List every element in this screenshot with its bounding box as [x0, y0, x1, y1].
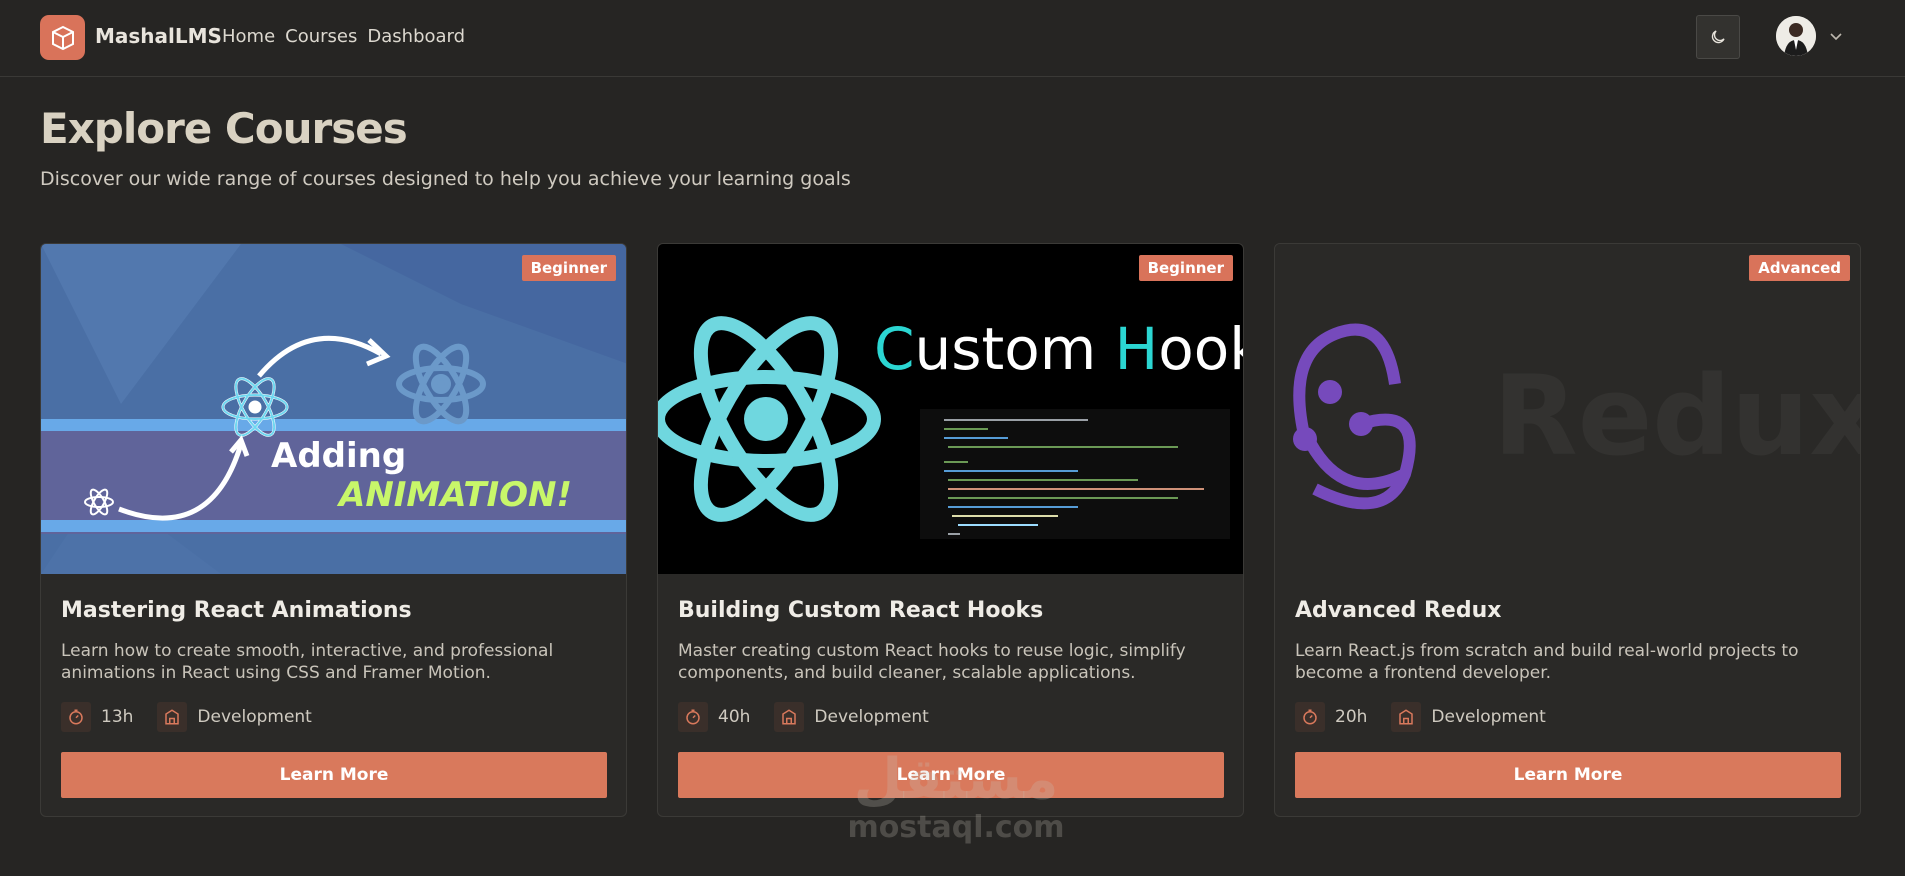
course-title: Mastering React Animations	[61, 598, 412, 623]
thumbnail-text-adding: Adding	[271, 436, 406, 476]
watermark-latin: mostaql.com	[847, 810, 1065, 845]
chevron-down-icon[interactable]	[1828, 28, 1844, 44]
course-card: Custom Hook Beginner Building Custom Rea…	[657, 243, 1244, 817]
level-badge: Advanced	[1749, 255, 1850, 281]
timer-icon	[61, 702, 91, 732]
course-description: Learn how to create smooth, interactive,…	[61, 641, 554, 683]
course-title: Advanced Redux	[1295, 598, 1502, 623]
user-avatar[interactable]	[1776, 16, 1816, 56]
course-thumbnail[interactable]: Adding ANIMATION!	[41, 244, 626, 574]
building-icon	[1391, 702, 1422, 732]
building-icon	[774, 702, 805, 732]
nav-courses[interactable]: Courses	[285, 26, 357, 47]
nav-dashboard[interactable]: Dashboard	[367, 26, 465, 47]
course-meta: 20h Development	[1295, 702, 1546, 732]
course-duration: 20h	[1335, 707, 1368, 727]
building-icon	[157, 702, 188, 732]
nav-home[interactable]: Home	[222, 26, 275, 47]
logo-icon[interactable]	[40, 15, 85, 60]
page-subtitle: Discover our wide range of courses desig…	[40, 168, 851, 190]
level-badge: Beginner	[521, 255, 616, 281]
course-title: Building Custom React Hooks	[678, 598, 1044, 623]
course-description: Learn React.js from scratch and build re…	[1295, 641, 1799, 683]
thumbnail-text-animation: ANIMATION!	[336, 475, 572, 515]
brand-name[interactable]: MashalLMS	[95, 24, 222, 48]
moon-icon	[1711, 30, 1725, 44]
course-category: Development	[814, 707, 929, 727]
course-duration: 40h	[718, 707, 751, 727]
course-category: Development	[197, 707, 312, 727]
timer-icon	[678, 702, 708, 732]
theme-toggle-button[interactable]	[1696, 15, 1740, 59]
course-duration: 13h	[101, 707, 134, 727]
course-meta: 40h Development	[678, 702, 929, 732]
learn-more-button[interactable]: Learn More	[1295, 752, 1841, 798]
watermark-arabic: مستقل	[853, 747, 1059, 812]
main-nav: Home Courses Dashboard	[222, 26, 465, 47]
course-card: Redux Advanced Advanced Redux Learn Reac…	[1274, 243, 1861, 817]
course-description: Master creating custom React hooks to re…	[678, 641, 1186, 683]
watermark: مستقل mostaql.com	[836, 747, 1076, 846]
level-badge: Beginner	[1138, 255, 1233, 281]
thumbnail-text-redux: Redux	[1493, 352, 1861, 480]
learn-more-button[interactable]: Learn More	[61, 752, 607, 798]
thumbnail-text-custom-hook: Custom Hook	[874, 315, 1244, 383]
course-card: Adding ANIMATION! Beginner Mastering Rea…	[40, 243, 627, 817]
course-category: Development	[1431, 707, 1546, 727]
course-thumbnail[interactable]: Redux	[1275, 244, 1861, 574]
course-meta: 13h Development	[61, 702, 312, 732]
timer-icon	[1295, 702, 1325, 732]
course-thumbnail[interactable]: Custom Hook	[658, 244, 1244, 574]
top-navbar: MashalLMS Home Courses Dashboard	[0, 0, 1905, 77]
page-title: Explore Courses	[40, 104, 408, 153]
